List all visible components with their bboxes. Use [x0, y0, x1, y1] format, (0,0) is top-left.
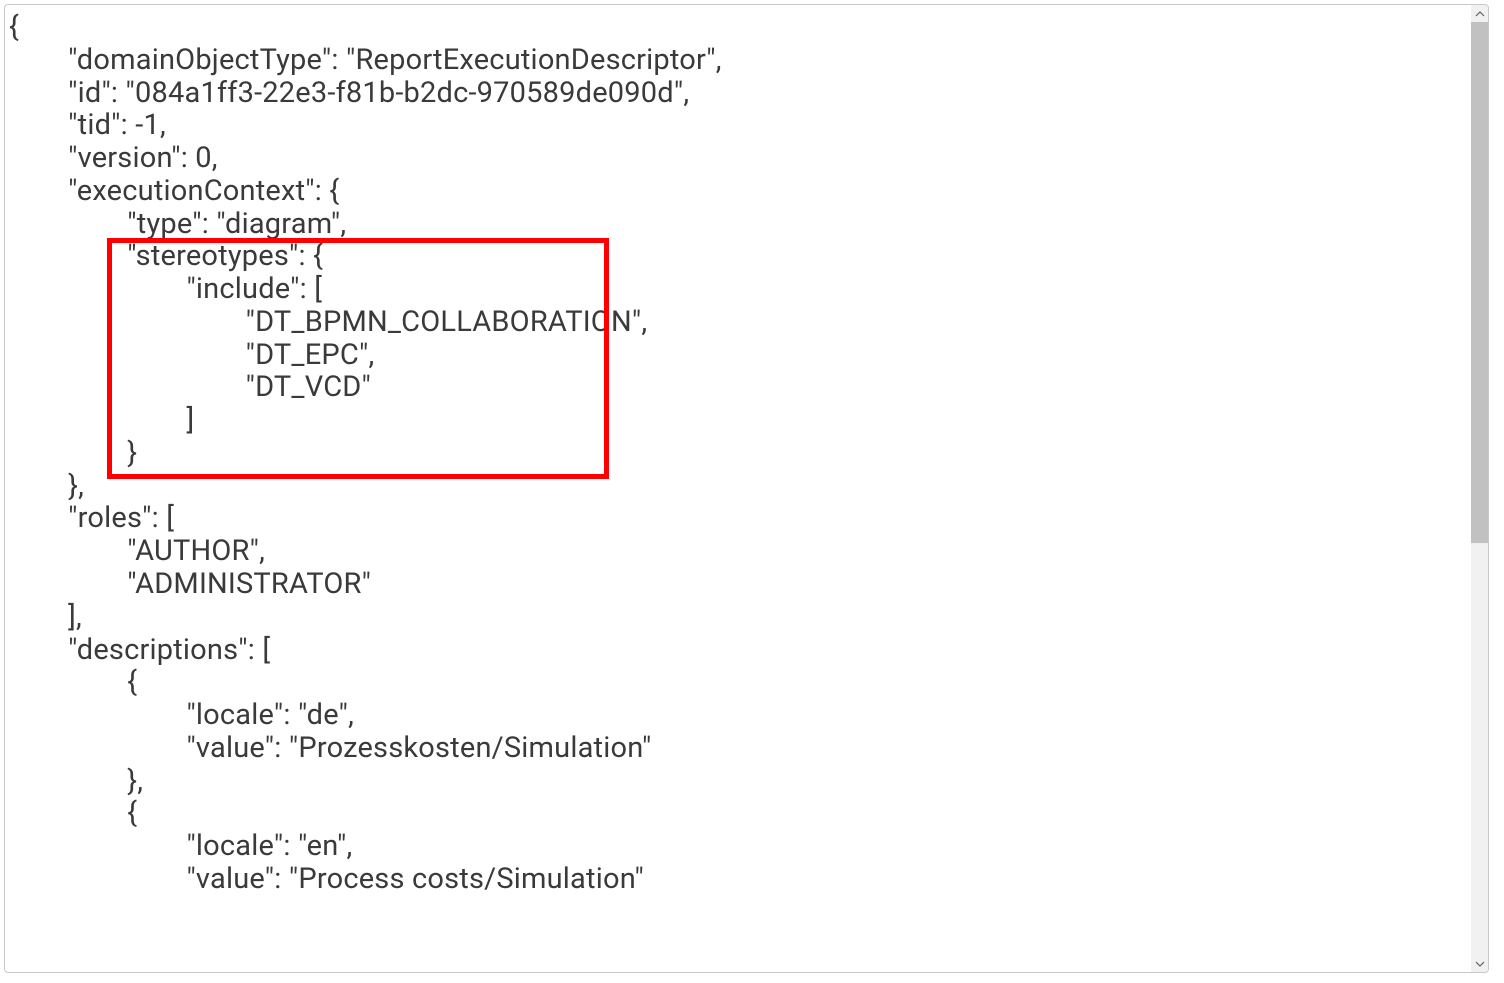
- scrollbar-thumb[interactable]: [1471, 22, 1488, 543]
- code-line: "DT_BPMN_COLLABORATION",: [9, 305, 647, 339]
- code-line: "stereotypes": {: [9, 239, 323, 273]
- code-line: ],: [9, 600, 82, 634]
- code-line: "roles": [: [9, 501, 174, 535]
- code-line: ]: [9, 403, 194, 437]
- json-code-block[interactable]: { "domainObjectType": "ReportExecutionDe…: [5, 5, 1488, 902]
- code-line: }: [9, 436, 137, 470]
- code-line: "ADMINISTRATOR": [9, 567, 371, 601]
- code-line: "locale": "en",: [9, 829, 352, 863]
- code-line: {: [9, 10, 19, 44]
- scroll-up-button[interactable]: [1471, 5, 1488, 22]
- code-line: "type": "diagram",: [9, 207, 346, 241]
- code-line: {: [9, 796, 137, 830]
- code-line: "executionContext": {: [9, 174, 339, 208]
- code-line: "include": [: [9, 272, 322, 306]
- code-line: },: [9, 469, 84, 503]
- code-line: {: [9, 665, 137, 699]
- code-line: "value": "Prozesskosten/Simulation": [9, 731, 651, 765]
- chevron-down-icon: [1475, 959, 1485, 969]
- code-line: "id": "084a1ff3-22e3-f81b-b2dc-970589de0…: [9, 76, 689, 110]
- code-line: "value": "Process costs/Simulation": [9, 862, 644, 896]
- code-line: "locale": "de",: [9, 698, 354, 732]
- scroll-down-button[interactable]: [1471, 955, 1488, 972]
- code-line: "descriptions": [: [9, 633, 270, 667]
- vertical-scrollbar[interactable]: [1471, 5, 1488, 972]
- code-line: "domainObjectType": "ReportExecutionDesc…: [9, 43, 722, 77]
- code-line: "DT_VCD": [9, 370, 371, 404]
- code-line: "AUTHOR",: [9, 534, 265, 568]
- code-line: "tid": -1,: [9, 108, 166, 142]
- code-viewer-panel: { "domainObjectType": "ReportExecutionDe…: [4, 4, 1489, 973]
- code-line: "DT_EPC",: [9, 338, 374, 372]
- chevron-up-icon: [1475, 9, 1485, 19]
- code-line: },: [9, 764, 143, 798]
- code-line: "version": 0,: [9, 141, 218, 175]
